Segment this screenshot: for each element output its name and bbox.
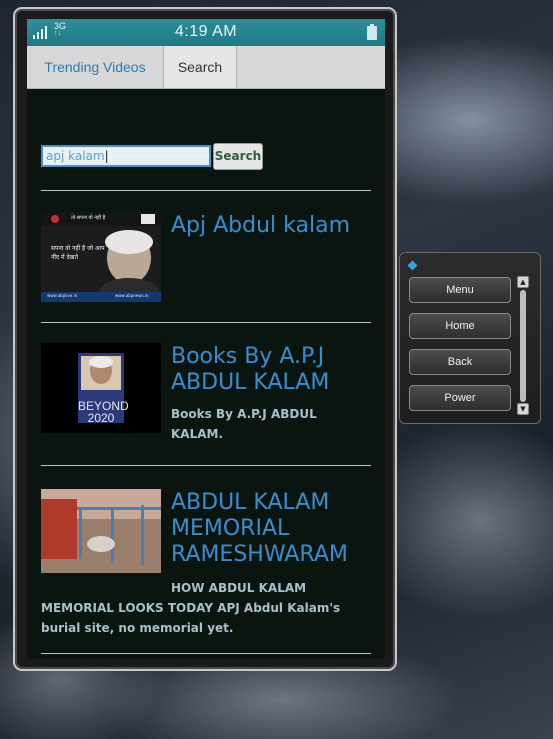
thumbnail-footer-right: www.abpnews.in bbox=[115, 293, 149, 298]
description-text: HOW ABDUL KALAM MEMORIAL LOOKS TODAY APJ… bbox=[41, 581, 341, 635]
book-cover-title: BEYOND 2020 bbox=[78, 399, 129, 425]
tab-trending-videos[interactable]: Trending Videos bbox=[27, 46, 163, 88]
scrollbar-thumb[interactable] bbox=[520, 290, 526, 402]
thumbnail-footer-left: www.abplive.in bbox=[47, 293, 78, 298]
home-button[interactable]: Home bbox=[409, 313, 511, 339]
search-input-value: apj kalam bbox=[46, 149, 105, 163]
thumbnail-quote: सपना वो नहीं है जो आप नींद में देखते bbox=[51, 245, 105, 261]
status-time: 4:19 AM bbox=[174, 23, 238, 40]
video-thumbnail[interactable]: तो सपना वो नहीं है सपना वो नहीं है जो आप… bbox=[41, 212, 161, 302]
tab-bar: Trending Videos Search bbox=[27, 46, 385, 89]
result-item[interactable]: तो सपना वो नहीं है सपना वो नहीं है जो आप… bbox=[41, 212, 371, 312]
result-item[interactable]: BEYOND 2020 Books By A.P.J ABDUL KALAM B… bbox=[41, 343, 371, 453]
back-button[interactable]: Back bbox=[409, 349, 511, 375]
thumbnail-caption: तो सपना वो नहीं है bbox=[71, 215, 106, 221]
text-cursor: | bbox=[104, 149, 109, 163]
battery-icon bbox=[367, 24, 377, 40]
result-description: HOW ABDUL KALAM MEMORIAL LOOKS TODAY APJ… bbox=[41, 578, 361, 638]
video-thumbnail[interactable]: BEYOND 2020 bbox=[41, 343, 161, 433]
result-title[interactable]: ABDUL KALAM MEMORIAL RAMESHWARAM bbox=[171, 490, 371, 568]
thumbnail-image bbox=[41, 489, 161, 573]
scroll-down-icon[interactable]: ▼ bbox=[517, 403, 529, 415]
power-button[interactable]: Power bbox=[409, 385, 511, 411]
panel-scrollbar[interactable]: ▲ ▼ bbox=[517, 276, 529, 416]
scroll-up-icon[interactable]: ▲ bbox=[517, 276, 529, 288]
phone-emulator-window: 3G ↑↓ 4:19 AM Trending Videos Search apj… bbox=[13, 7, 397, 671]
device-control-panel: Menu Home Back Power ▲ ▼ bbox=[399, 252, 541, 424]
video-thumbnail[interactable] bbox=[41, 489, 161, 573]
panel-indicator-icon bbox=[407, 260, 418, 271]
result-item[interactable]: ABDUL KALAM MEMORIAL RAMESHWARAM HOW ABD… bbox=[41, 489, 371, 639]
search-button[interactable]: Search bbox=[213, 143, 263, 170]
result-description: Books By A.P.J ABDUL KALAM. bbox=[171, 407, 317, 441]
result-title[interactable]: Apj Abdul kalam bbox=[171, 213, 371, 239]
divider bbox=[41, 322, 371, 323]
result-title[interactable]: Books By A.P.J ABDUL KALAM bbox=[171, 344, 371, 396]
divider bbox=[41, 190, 371, 191]
divider bbox=[41, 465, 371, 466]
tab-search[interactable]: Search bbox=[163, 46, 237, 88]
menu-button[interactable]: Menu bbox=[409, 277, 511, 303]
search-input[interactable]: apj kalam| bbox=[41, 145, 211, 167]
divider bbox=[41, 653, 371, 654]
phone-screen: 3G ↑↓ 4:19 AM Trending Videos Search apj… bbox=[27, 19, 385, 659]
status-bar: 3G ↑↓ 4:19 AM bbox=[27, 19, 385, 46]
